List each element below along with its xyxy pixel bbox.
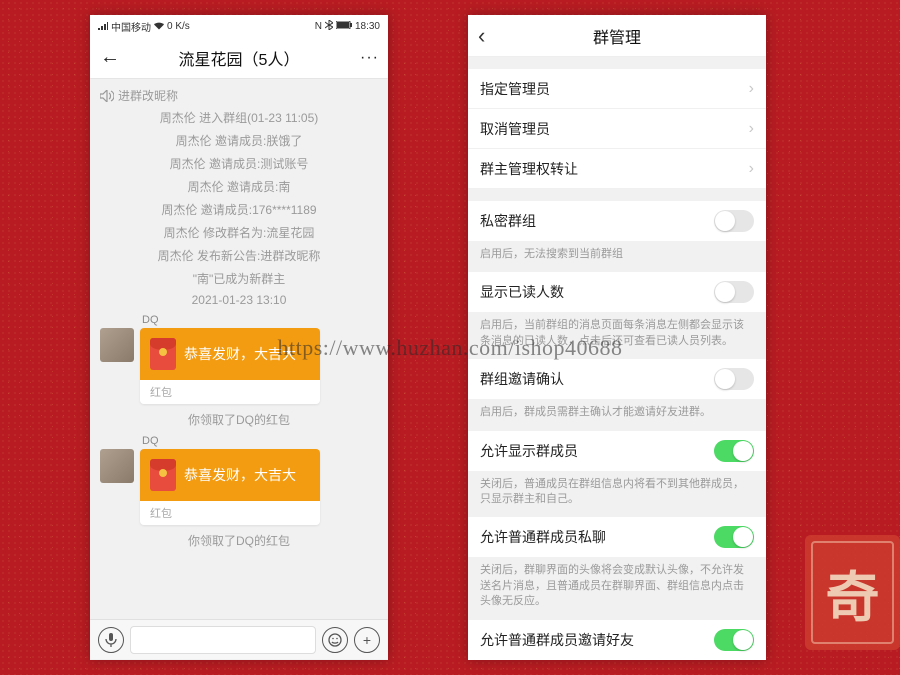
row-label: 允许普通群成员私聊	[480, 527, 606, 547]
message-input[interactable]	[130, 626, 316, 654]
row-label: 群组邀请确认	[480, 369, 564, 389]
red-packet-icon	[150, 338, 176, 370]
net-speed: 0 K/s	[167, 21, 190, 32]
phone-group-management: ‹ 群管理 指定管理员 › 取消管理员 › 群主管理权转让 › 私密群组 启用后…	[468, 15, 766, 660]
row-label: 允许显示群成员	[480, 441, 578, 461]
row-label: 允许普通群成员邀请好友	[480, 630, 634, 650]
signal-icon	[98, 22, 108, 30]
chat-input-bar: +	[90, 619, 388, 659]
row-desc: 关闭后，普通成员在群组信息内将看不到其他群成员，只显示群主和自己。	[468, 471, 766, 518]
mgmt-body[interactable]: 指定管理员 › 取消管理员 › 群主管理权转让 › 私密群组 启用后，无法搜索到…	[468, 57, 766, 660]
red-packet-text: 恭喜发财，大吉大	[184, 465, 296, 485]
chat-title: 流星花园（5人）	[118, 46, 360, 70]
system-message: 周杰伦 邀请成员:测试账号	[90, 152, 388, 175]
receipt-message: 你领取了DQ的红包	[90, 408, 388, 431]
notice-text: 进群改昵称	[118, 87, 178, 104]
stamp-char: 奇	[805, 535, 900, 650]
toggle-show-members[interactable]	[714, 440, 754, 462]
voice-button[interactable]	[98, 627, 124, 653]
red-packet-label: 红包	[140, 501, 320, 525]
system-message: 周杰伦 修改群名为:流星花园	[90, 221, 388, 244]
red-packet-icon	[150, 459, 176, 491]
chat-body[interactable]: 进群改昵称 周杰伦 进入群组(01-23 11:05) 周杰伦 邀请成员:朕饿了…	[90, 79, 388, 619]
row-label: 取消管理员	[480, 119, 550, 139]
battery-icon	[336, 21, 352, 32]
row-label: 群主管理权转让	[480, 159, 578, 179]
toggle-allow-pm[interactable]	[714, 526, 754, 548]
red-packet-text: 恭喜发财，大吉大	[184, 344, 296, 364]
red-packet[interactable]: 恭喜发财，大吉大 红包	[140, 328, 320, 404]
stamp-seal: 奇	[805, 535, 900, 650]
speaker-icon	[100, 90, 114, 102]
plus-button[interactable]: +	[354, 627, 380, 653]
message-row: DQ 恭喜发财，大吉大 红包	[90, 310, 388, 408]
back-button[interactable]: ‹	[478, 23, 496, 49]
chevron-right-icon: ›	[749, 120, 754, 138]
row-cancel-admin[interactable]: 取消管理员 ›	[468, 109, 766, 149]
toggle-allow-invite[interactable]	[714, 629, 754, 651]
row-desc: 启用后，无法搜索到当前群组	[468, 241, 766, 272]
system-message: 周杰伦 邀请成员:176****1189	[90, 198, 388, 221]
avatar[interactable]	[100, 328, 134, 362]
red-packet[interactable]: 恭喜发财，大吉大 红包	[140, 449, 320, 525]
chevron-right-icon: ›	[749, 80, 754, 98]
row-transfer-owner[interactable]: 群主管理权转让 ›	[468, 149, 766, 189]
row-label: 私密群组	[480, 211, 536, 231]
row-allow-invite: 允许普通群成员邀请好友	[468, 620, 766, 660]
row-invite-confirm: 群组邀请确认	[468, 359, 766, 399]
system-message: 周杰伦 邀请成员:南	[90, 175, 388, 198]
row-label: 指定管理员	[480, 79, 550, 99]
group-notice[interactable]: 进群改昵称	[90, 85, 388, 106]
red-packet-label: 红包	[140, 380, 320, 404]
chevron-right-icon: ›	[749, 160, 754, 178]
row-desc: 关闭后，群聊界面的头像将会变成默认头像，不允许发送名片消息，且普通成员在群聊界面…	[468, 557, 766, 619]
status-bar: 中国移动 0 K/s N 18:30	[90, 15, 388, 37]
row-private-group: 私密群组	[468, 201, 766, 241]
nfc-icon: N	[315, 21, 322, 32]
sender-name: DQ	[140, 435, 320, 447]
row-desc: 启用后，群成员需群主确认才能邀请好友进群。	[468, 399, 766, 430]
toggle-show-read-count[interactable]	[714, 281, 754, 303]
system-message: 周杰伦 进入群组(01-23 11:05)	[90, 106, 388, 129]
system-timestamp: 2021-01-23 13:10	[90, 290, 388, 310]
mgmt-header: ‹ 群管理	[468, 15, 766, 57]
system-message: 周杰伦 邀请成员:朕饿了	[90, 129, 388, 152]
message-row: DQ 恭喜发财，大吉大 红包	[90, 431, 388, 529]
emoji-button[interactable]	[322, 627, 348, 653]
sender-name: DQ	[140, 314, 320, 326]
phone-chat: 中国移动 0 K/s N 18:30 ← 流星花园（5人） ··· 进群改昵	[90, 15, 388, 660]
avatar[interactable]	[100, 449, 134, 483]
toggle-private-group[interactable]	[714, 210, 754, 232]
carrier-label: 中国移动	[111, 19, 151, 34]
receipt-message: 你领取了DQ的红包	[90, 529, 388, 552]
toggle-invite-confirm[interactable]	[714, 368, 754, 390]
back-button[interactable]: ←	[100, 46, 118, 69]
system-message: "南"已成为新群主	[90, 267, 388, 290]
chat-header: ← 流星花园（5人） ···	[90, 37, 388, 79]
bluetooth-icon	[325, 20, 333, 33]
row-label: 显示已读人数	[480, 282, 564, 302]
mgmt-title: 群管理	[496, 24, 738, 48]
row-desc: 启用后，当前群组的消息页面每条消息左侧都会显示该条消息的已读人数，点击后还可查看…	[468, 312, 766, 359]
row-show-members: 允许显示群成员	[468, 431, 766, 471]
clock-time: 18:30	[355, 21, 380, 32]
row-show-read-count: 显示已读人数	[468, 272, 766, 312]
row-allow-pm: 允许普通群成员私聊	[468, 517, 766, 557]
more-button[interactable]: ···	[360, 49, 378, 67]
row-assign-admin[interactable]: 指定管理员 ›	[468, 69, 766, 109]
wifi-icon	[154, 22, 164, 30]
system-message: 周杰伦 发布新公告:进群改昵称	[90, 244, 388, 267]
